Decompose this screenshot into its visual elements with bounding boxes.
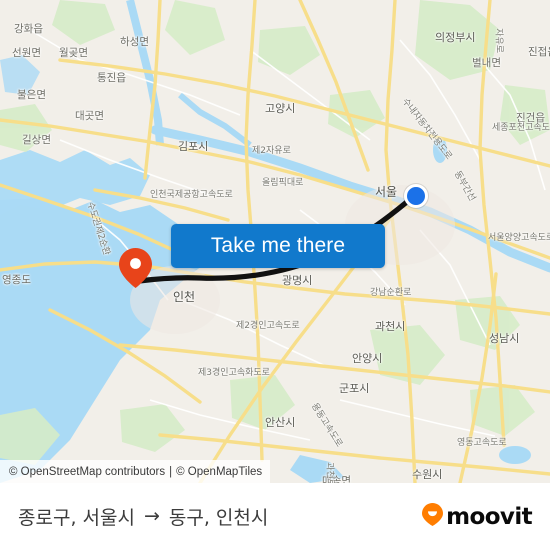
take-me-there-button[interactable]: Take me there [171, 224, 385, 268]
route-summary: 종로구, 서울시 → 동구, 인천시 [18, 503, 268, 530]
map-canvas[interactable]: 강화읍선원면월곶면하성면통진읍불은면대곳면길상면고양시김포시의정부시별내면진접읍… [0, 0, 550, 483]
route-destination-label: 동구, 인천시 [168, 507, 269, 529]
attribution-openmaptiles[interactable]: © OpenMapTiles [176, 466, 262, 478]
attribution-separator: | [169, 465, 173, 478]
map-attribution-bar: © OpenStreetMap contributors | © OpenMap… [0, 460, 271, 483]
footer-bar: 종로구, 서울시 → 동구, 인천시 moovit [0, 483, 550, 550]
attribution-osm[interactable]: © OpenStreetMap contributors [9, 466, 165, 478]
moovit-route-map-screen: 강화읍선원면월곶면하성면통진읍불은면대곳면길상면고양시김포시의정부시별내면진접읍… [0, 0, 550, 550]
moovit-logo[interactable]: moovit [422, 502, 533, 531]
destination-pin-icon[interactable] [119, 248, 152, 288]
moovit-pin-icon [422, 502, 444, 531]
origin-dot-icon[interactable] [404, 184, 428, 208]
route-origin-label: 종로구, 서울시 [18, 507, 135, 529]
arrow-right-icon: → [143, 505, 160, 527]
moovit-wordmark: moovit [446, 503, 532, 530]
